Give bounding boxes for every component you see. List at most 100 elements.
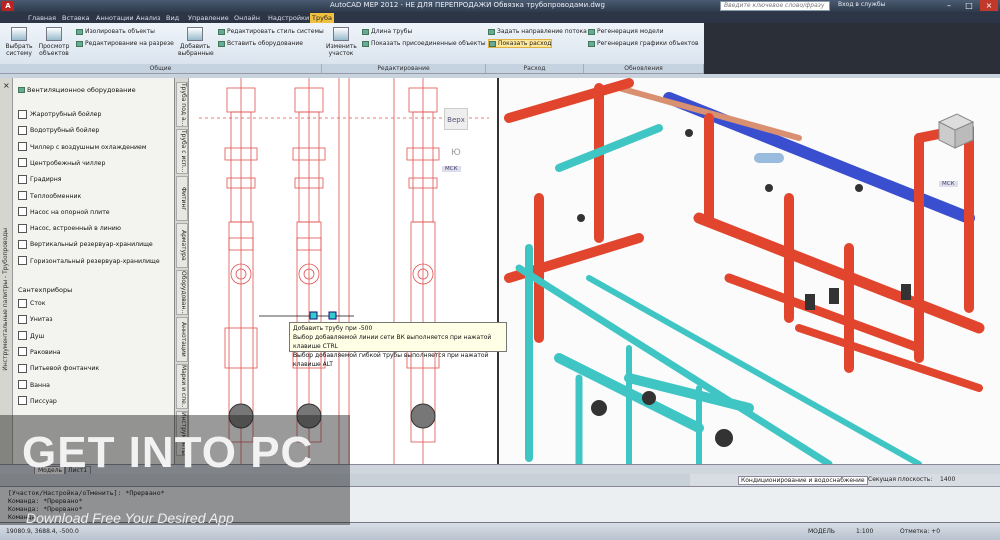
edit-system-style-button[interactable]: Редактировать стиль системы bbox=[218, 28, 324, 35]
regen-graphics-button[interactable]: Регенерация графики объектов bbox=[588, 40, 698, 47]
plan-drawing bbox=[199, 78, 489, 464]
window-title: AutoCAD MEP 2012 - НЕ ДЛЯ ПЕРЕПРОДАЖИ Об… bbox=[330, 1, 605, 9]
select-system-icon bbox=[11, 27, 27, 41]
tab-manage[interactable]: Управление bbox=[186, 13, 231, 23]
modify-run-icon bbox=[333, 27, 349, 41]
equipment-tool-icon bbox=[18, 239, 27, 249]
palette-tab[interactable]: Аннотации bbox=[176, 317, 188, 362]
isolate-objects-button[interactable]: Изолировать объекты bbox=[76, 28, 155, 35]
annotation-scale[interactable]: 1:100 bbox=[856, 528, 873, 535]
plumbing-tool-icon bbox=[18, 347, 27, 357]
insert-equipment-button[interactable]: Вставить оборудование bbox=[218, 40, 303, 47]
tab-view[interactable]: Вид bbox=[164, 13, 181, 23]
title-bar: A AutoCAD MEP 2012 - НЕ ДЛЯ ПЕРЕПРОДАЖИ … bbox=[0, 0, 1000, 12]
ribbon-tab-bar: Главная Вставка Аннотации Анализ Вид Упр… bbox=[0, 12, 1000, 23]
tab-analyze[interactable]: Анализ bbox=[134, 13, 163, 23]
model-space-toggle[interactable]: МОДЕЛЬ bbox=[808, 528, 835, 535]
pipe-length-icon bbox=[362, 28, 369, 35]
equipment-tool-icon bbox=[18, 207, 27, 217]
add-selected-button[interactable]: Добавить выбранные bbox=[178, 27, 214, 57]
plumbing-tool-icon bbox=[18, 396, 27, 406]
ucs-menu[interactable]: МСК bbox=[442, 166, 461, 172]
equipment-item[interactable]: Теплообменник bbox=[18, 191, 81, 203]
palette-title-strip[interactable]: Инструментальные палитры - Трубопроводы … bbox=[0, 78, 13, 464]
palette-tab[interactable]: Труба с исп... bbox=[176, 129, 188, 174]
regen-icon bbox=[588, 28, 595, 35]
sign-in-link[interactable]: Вход в службы bbox=[838, 1, 885, 8]
cut-plane-value[interactable]: 1400 bbox=[940, 476, 955, 483]
plumbing-tool-icon bbox=[18, 331, 27, 341]
plan-viewport[interactable]: Верх Ю МСК bbox=[189, 78, 497, 464]
show-flow-button[interactable]: Показать расход bbox=[488, 39, 553, 48]
equipment-item[interactable]: Горизонтальный резервуар-хранилище bbox=[18, 256, 160, 268]
plumbing-tool-icon bbox=[18, 363, 27, 373]
equipment-item[interactable]: Водотрубный бойлер bbox=[18, 125, 99, 137]
application-menu-icon[interactable]: A bbox=[2, 1, 14, 11]
view-objects-icon bbox=[46, 27, 62, 41]
panel-general-title: Общие bbox=[0, 64, 322, 73]
equipment-item[interactable]: Вертикальный резервуар-хранилище bbox=[18, 239, 153, 251]
edit-in-section-button[interactable]: Редактирование на разрезе bbox=[76, 40, 174, 47]
equipment-tool-icon bbox=[18, 158, 27, 168]
style-icon bbox=[218, 28, 225, 35]
system-selector[interactable]: Кондиционирование и водоснабжение bbox=[738, 476, 868, 485]
palette-tab[interactable]: Фитинг bbox=[176, 176, 188, 221]
equipment-tool-icon bbox=[18, 109, 27, 119]
equipment-section-icon bbox=[18, 87, 25, 93]
regen-model-button[interactable]: Регенерация модели bbox=[588, 28, 664, 35]
compass-south: Ю bbox=[451, 148, 461, 158]
plumbing-item[interactable]: Сток bbox=[18, 298, 45, 310]
tab-insert[interactable]: Вставка bbox=[60, 13, 92, 23]
watermark-title: GET INTO PC bbox=[22, 428, 314, 477]
pipe-length-button[interactable]: Длина трубы bbox=[362, 28, 412, 35]
palette-tab[interactable]: Труба под а... bbox=[176, 82, 188, 127]
tab-pipe[interactable]: Труба bbox=[310, 13, 334, 23]
select-system-button[interactable]: Выбрать систему bbox=[4, 27, 34, 57]
ucs-menu-3d[interactable]: МСК bbox=[939, 181, 958, 187]
flow-direction-icon bbox=[488, 28, 495, 35]
equipment-item[interactable]: Градирня bbox=[18, 174, 62, 186]
plumbing-item[interactable]: Ванна bbox=[18, 380, 50, 392]
cut-plane-label: Секущая плоскость: bbox=[868, 476, 933, 483]
tab-home[interactable]: Главная bbox=[26, 13, 58, 23]
palette-tab[interactable]: Марки и спе... bbox=[176, 364, 188, 409]
show-connected-button[interactable]: Показать присоединенные объекты bbox=[362, 40, 486, 47]
modify-run-button[interactable]: Изменить участок bbox=[326, 27, 357, 57]
tab-annotate[interactable]: Аннотации bbox=[94, 13, 136, 23]
set-flow-direction-button[interactable]: Задать направление потока bbox=[488, 28, 587, 35]
minimize-icon[interactable]: – bbox=[940, 0, 958, 11]
plumbing-item[interactable]: Душ bbox=[18, 331, 44, 343]
plumbing-item[interactable]: Писсуар bbox=[18, 396, 57, 408]
cursor-coordinates: 19080.9, 3688.4, -500.0 bbox=[6, 528, 79, 535]
equipment-item[interactable]: Чиллер с воздушным охлаждением bbox=[18, 142, 147, 154]
plumbing-tool-icon bbox=[18, 298, 27, 308]
panel-edit-title: Редактирование bbox=[322, 64, 486, 73]
elevation-value[interactable]: Отметка: +0 bbox=[900, 528, 940, 535]
tab-online[interactable]: Онлайн bbox=[232, 13, 262, 23]
plumbing-item[interactable]: Унитаз bbox=[18, 314, 53, 326]
equipment-item[interactable]: Жаротрубный бойлер bbox=[18, 109, 101, 121]
view-objects-button[interactable]: Просмотр объектов bbox=[37, 27, 71, 57]
palette-tab[interactable]: Арматура bbox=[176, 223, 188, 268]
equipment-tool-icon bbox=[18, 191, 27, 200]
search-input[interactable]: Введите ключевое слово/фразу bbox=[720, 1, 830, 11]
maximize-icon[interactable]: □ bbox=[960, 0, 978, 11]
system-status-strip: Кондиционирование и водоснабжение Секуща… bbox=[690, 474, 1000, 486]
plumbing-tool-icon bbox=[18, 314, 27, 324]
tab-addins[interactable]: Надстройки bbox=[266, 13, 311, 23]
equipment-item[interactable]: Центробежный чиллер bbox=[18, 158, 105, 170]
palette-close-icon[interactable]: × bbox=[3, 81, 10, 90]
isometric-viewport[interactable]: МСК bbox=[497, 78, 1000, 464]
equipment-item[interactable]: Насос на опорной плите bbox=[18, 207, 110, 219]
plumbing-tool-icon bbox=[18, 380, 27, 389]
plumbing-item[interactable]: Раковина bbox=[18, 347, 61, 359]
viewcube-top[interactable]: Верх bbox=[444, 108, 468, 130]
equipment-item[interactable]: Насос, встроенный в линию bbox=[18, 223, 121, 235]
close-icon[interactable]: × bbox=[980, 0, 998, 11]
plumbing-item[interactable]: Питьевой фонтанчик bbox=[18, 363, 99, 375]
palette-tab[interactable]: Оборудован... bbox=[176, 270, 188, 315]
panel-flow-title: Расход bbox=[486, 64, 584, 73]
equipment-tool-icon bbox=[18, 174, 27, 184]
palette-side-tabs: Труба под а... Труба с исп... Фитинг Армату… bbox=[175, 78, 189, 464]
flow-icon bbox=[489, 40, 496, 47]
